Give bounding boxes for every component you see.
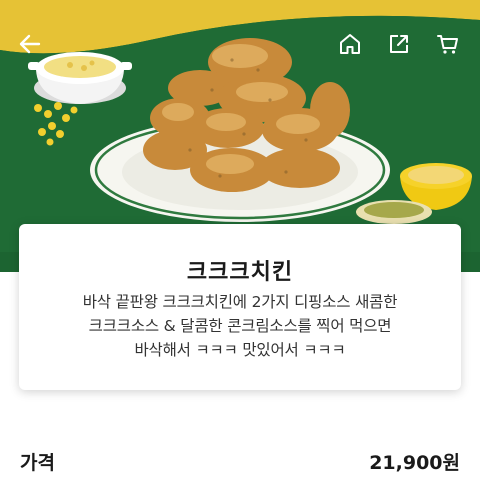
- product-description-line: 바삭 끝판왕 크크크치킨에 2가지 디핑소스 새콤한: [82, 293, 398, 311]
- price-label: 가격: [20, 452, 55, 474]
- back-button[interactable]: [14, 28, 46, 60]
- back-arrow-icon: [19, 34, 41, 54]
- cart-button[interactable]: [432, 28, 464, 60]
- price-value: 21,900원: [369, 452, 460, 474]
- top-navigation-bar: [0, 0, 480, 90]
- home-button[interactable]: [334, 28, 366, 60]
- share-button[interactable]: [383, 28, 415, 60]
- product-description-line: 크크크소스 & 달콤한 콘크림소스를 찍어 먹으면: [88, 317, 392, 335]
- product-description: 바삭 끝판왕 크크크치킨에 2가지 디핑소스 새콤한 크크크소스 & 달콤한 콘…: [41, 290, 439, 362]
- product-info-card: 크크크치킨 바삭 끝판왕 크크크치킨에 2가지 디핑소스 새콤한 크크크소스 &…: [19, 224, 461, 390]
- product-name: 크크크치킨: [186, 260, 294, 285]
- home-icon: [340, 34, 360, 54]
- price-row: 가격 21,900원: [0, 448, 480, 478]
- cart-icon: [437, 35, 458, 54]
- share-icon: [390, 35, 408, 53]
- product-description-line: 바삭해서 ㅋㅋㅋ 맛있어서 ㅋㅋㅋ: [134, 341, 346, 359]
